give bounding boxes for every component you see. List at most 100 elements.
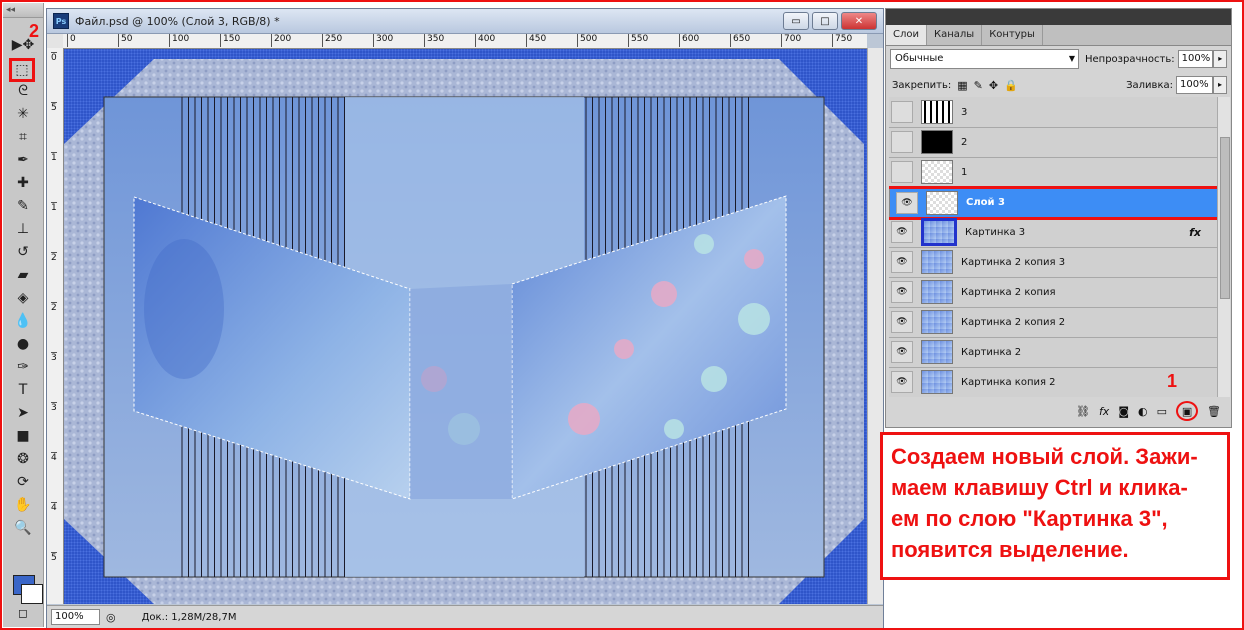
pen-tool-icon[interactable]: ✑ bbox=[12, 357, 34, 377]
magic-wand-tool-icon[interactable]: ✳ bbox=[12, 104, 34, 124]
layer-thumbnail bbox=[921, 130, 953, 154]
visibility-eye-icon[interactable] bbox=[891, 161, 913, 183]
ruler-left-tick: 0 bbox=[51, 52, 57, 63]
layers-scroll-thumb[interactable] bbox=[1220, 137, 1230, 299]
fill-field[interactable]: 100% bbox=[1176, 76, 1213, 94]
tab-paths[interactable]: Контуры bbox=[982, 25, 1043, 45]
toolbox-grip[interactable]: ◂◂ bbox=[3, 3, 43, 18]
clone-stamp-tool-icon[interactable]: ⊥ bbox=[12, 219, 34, 239]
maximize-button[interactable]: □ bbox=[812, 12, 838, 30]
type-tool-icon[interactable]: T bbox=[12, 380, 34, 400]
visibility-eye-icon[interactable]: 👁 bbox=[891, 251, 913, 273]
visibility-eye-icon[interactable] bbox=[891, 131, 913, 153]
blur-tool-icon[interactable]: 💧 bbox=[12, 311, 34, 331]
panel-tabs: Слои Каналы Контуры bbox=[886, 25, 1231, 46]
ruler-corner[interactable] bbox=[47, 34, 64, 49]
zoom-field[interactable]: 100% bbox=[51, 609, 100, 625]
layer-row[interactable]: 👁 Картинка 2 копия bbox=[889, 277, 1217, 308]
group-icon[interactable]: ▭ bbox=[1157, 405, 1167, 418]
lasso-tool-icon[interactable]: ᘓ bbox=[12, 81, 34, 101]
lock-position-icon[interactable]: ✥ bbox=[989, 79, 998, 92]
image-canvas[interactable] bbox=[64, 49, 867, 604]
layer-name: Картинка 2 bbox=[961, 346, 1022, 358]
brush-tool-icon[interactable]: ✎ bbox=[12, 196, 34, 216]
layer-thumbnail bbox=[921, 340, 953, 364]
quick-mask-icon[interactable]: ◻ bbox=[12, 603, 34, 623]
dodge-tool-icon[interactable]: ● bbox=[12, 334, 34, 354]
shape-tool-icon[interactable]: ■ bbox=[12, 426, 34, 446]
flower-blossom bbox=[738, 303, 770, 335]
3d-orbit-tool-icon[interactable]: ⟳ bbox=[12, 472, 34, 492]
visibility-eye-icon[interactable]: 👁 bbox=[891, 281, 913, 303]
fx-icon[interactable]: fx bbox=[1099, 405, 1109, 418]
zoom-tool-icon[interactable]: 🔍 bbox=[12, 518, 34, 538]
mask-icon[interactable]: ◙ bbox=[1118, 405, 1129, 418]
layer-row[interactable]: 👁 Картинка 2 копия 2 bbox=[889, 307, 1217, 338]
photoshop-icon: Ps bbox=[53, 13, 69, 29]
marquee-tool-icon[interactable]: ⬚ bbox=[9, 58, 35, 82]
3d-rotate-tool-icon[interactable]: ❂ bbox=[12, 449, 34, 469]
lock-all-icon[interactable]: 🔒 bbox=[1004, 79, 1018, 92]
trash-icon[interactable]: 🗑 bbox=[1207, 405, 1221, 418]
link-icon[interactable]: ⛓ bbox=[1076, 405, 1090, 418]
layer-row[interactable]: 👁 Картинка 2 bbox=[889, 337, 1217, 368]
layer-row[interactable]: 1 bbox=[889, 157, 1217, 188]
ruler-left-tick: 4 bbox=[51, 502, 57, 513]
opacity-arrow-button[interactable]: ▸ bbox=[1213, 50, 1228, 68]
layers-scrollbar[interactable] bbox=[1217, 97, 1230, 397]
visibility-eye-icon[interactable]: 👁 bbox=[891, 341, 913, 363]
hand-tool-icon[interactable]: ✋ bbox=[12, 495, 34, 515]
history-brush-tool-icon[interactable]: ↺ bbox=[12, 242, 34, 262]
vertical-ruler[interactable]: 0 5 1 1 2 2 3 3 4 4 5 bbox=[47, 48, 64, 604]
layer-row[interactable]: 2 bbox=[889, 127, 1217, 158]
opacity-field[interactable]: 100% bbox=[1177, 50, 1214, 68]
layer-effects-icon[interactable]: fx bbox=[1189, 226, 1201, 239]
layer-name: Картинка копия 2 bbox=[961, 376, 1056, 388]
close-button[interactable]: ✕ bbox=[841, 12, 877, 30]
paint-bucket-tool-icon[interactable]: ◈ bbox=[12, 288, 34, 308]
lock-pixels-icon[interactable]: ✎ bbox=[974, 79, 983, 92]
visibility-eye-icon[interactable]: 👁 bbox=[891, 311, 913, 333]
layer-row[interactable]: 👁 Картинка 2 копия 3 bbox=[889, 247, 1217, 278]
fill-arrow-button[interactable]: ▸ bbox=[1213, 76, 1227, 94]
tab-layers[interactable]: Слои bbox=[886, 25, 927, 45]
ruler-top-tick: 200 bbox=[271, 34, 291, 47]
blend-mode-select[interactable]: Обычные ▼ bbox=[890, 49, 1079, 69]
layer-row[interactable]: 3 bbox=[889, 97, 1217, 128]
ruler-left-tick: 3 bbox=[51, 402, 57, 413]
ruler-top-tick: 450 bbox=[526, 34, 546, 47]
background-color-swatch[interactable] bbox=[21, 584, 43, 604]
instruction-line: маем клавишу Ctrl и клика- bbox=[891, 475, 1188, 500]
healing-brush-tool-icon[interactable]: ✚ bbox=[12, 173, 34, 193]
layer-row[interactable]: 👁 Картинка 3 fx bbox=[889, 217, 1217, 248]
visibility-eye-icon[interactable]: 👁 bbox=[896, 192, 918, 214]
ruler-left-tick: 1 bbox=[51, 152, 57, 163]
layer-row[interactable]: 👁 Слой 3 bbox=[889, 186, 1217, 220]
ruler-top-tick: 350 bbox=[424, 34, 444, 47]
ruler-left-tick: 2 bbox=[51, 302, 57, 313]
document-info[interactable]: Док.: 1,28M/28,7M bbox=[142, 612, 237, 623]
minimize-button[interactable]: ▭ bbox=[783, 12, 809, 30]
eraser-tool-icon[interactable]: ▰ bbox=[12, 265, 34, 285]
chevron-down-icon: ▼ bbox=[1068, 54, 1075, 63]
new-layer-icon[interactable]: ▣ bbox=[1176, 401, 1199, 421]
eyedropper-tool-icon[interactable]: ✒ bbox=[12, 150, 34, 170]
ruler-top-tick: 550 bbox=[628, 34, 648, 47]
status-bar: 100% ◎ Док.: 1,28M/28,7M bbox=[47, 605, 883, 628]
flower-blossom bbox=[664, 419, 684, 439]
horizontal-ruler[interactable]: 0 50 100 150 200 250 300 350 400 450 500 550 600 650 7… bbox=[63, 34, 867, 49]
visibility-eye-icon[interactable]: 👁 bbox=[891, 221, 913, 243]
visibility-eye-icon[interactable] bbox=[891, 101, 913, 123]
tab-channels[interactable]: Каналы bbox=[927, 25, 983, 45]
path-selection-tool-icon[interactable]: ➤ bbox=[12, 403, 34, 423]
visibility-eye-icon[interactable]: 👁 bbox=[891, 371, 913, 393]
status-info-icon[interactable]: ◎ bbox=[106, 611, 116, 624]
ruler-top-tick: 650 bbox=[730, 34, 750, 47]
lock-transparency-icon[interactable]: ▦ bbox=[957, 79, 967, 92]
instruction-line: ем по слою "Картинка 3", bbox=[891, 506, 1168, 531]
adjustment-icon[interactable]: ◐ bbox=[1138, 405, 1148, 418]
move-tool-icon[interactable]: ▶✥ bbox=[12, 35, 35, 55]
ruler-top-tick: 150 bbox=[220, 34, 240, 47]
crop-tool-icon[interactable]: ⌗ bbox=[12, 127, 34, 147]
layer-name: 1 bbox=[961, 166, 968, 178]
